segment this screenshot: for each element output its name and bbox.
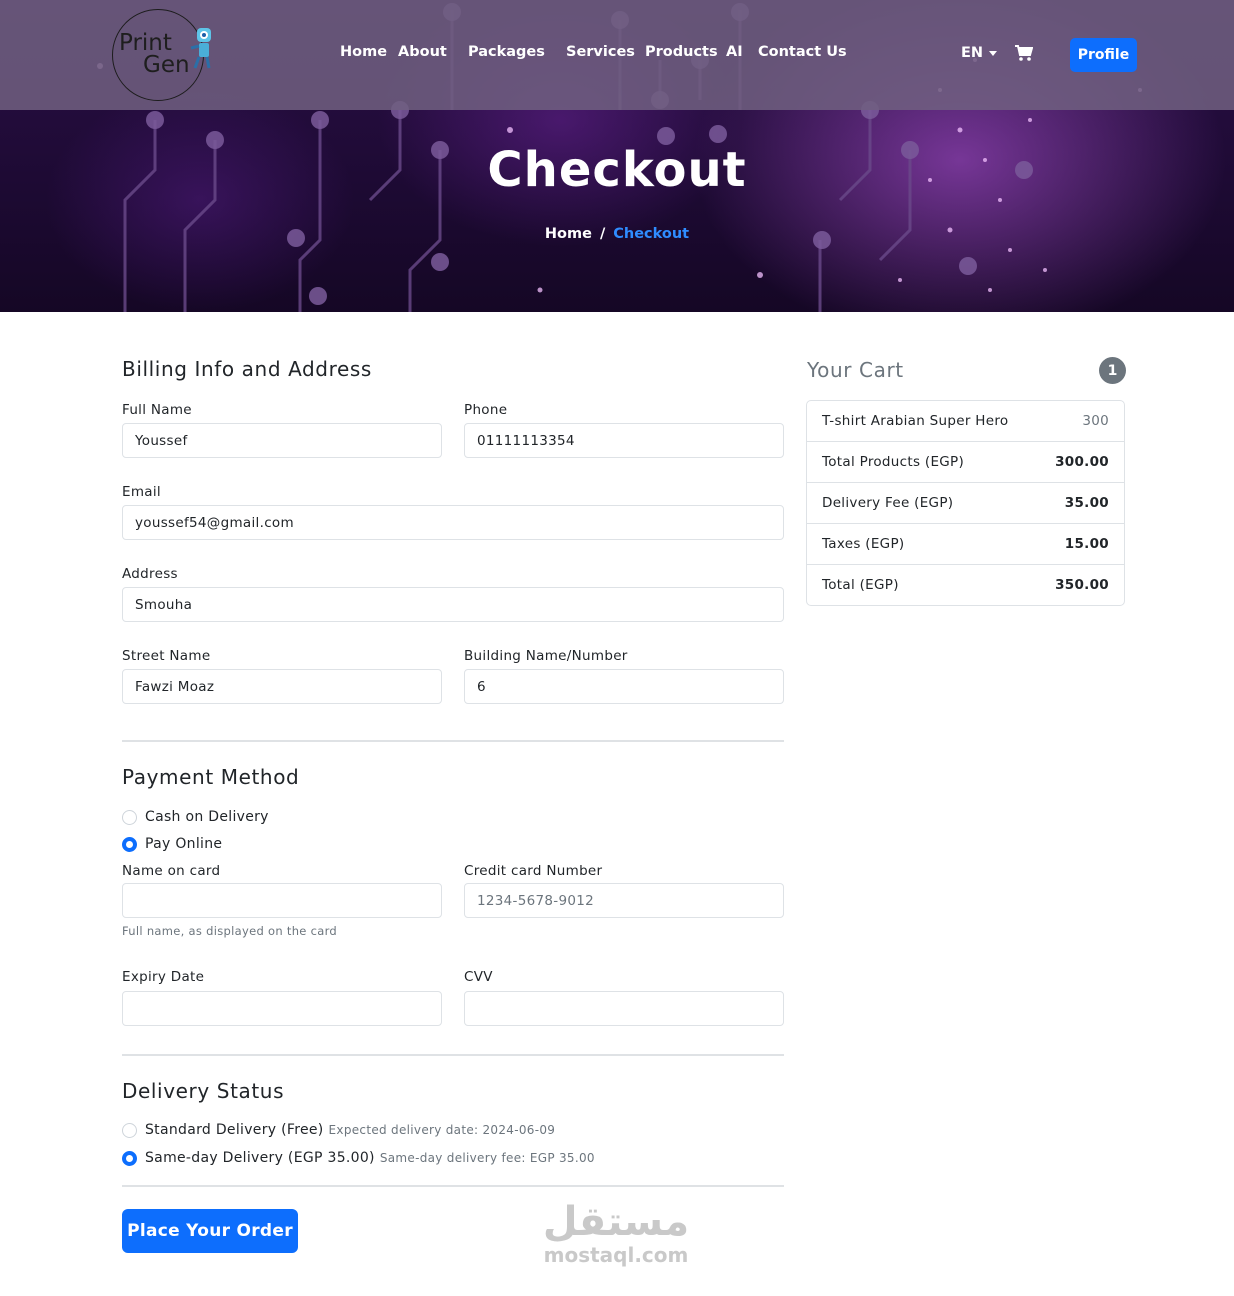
payment-option-cash[interactable]: Cash on Delivery: [122, 809, 269, 825]
breadcrumb-separator: /: [599, 226, 606, 242]
print-gen-logo[interactable]: Print Gen: [112, 9, 211, 101]
mostaql-watermark: مستقل mostaql.com: [540, 1200, 692, 1266]
standard-delivery-radio[interactable]: [122, 1122, 137, 1138]
cart-item-price: 300: [1082, 413, 1109, 429]
cart-total-products-row: Total Products (EGP) 300.00: [807, 441, 1124, 482]
expiry-date-label: Expiry Date: [122, 969, 205, 985]
full-name-input[interactable]: [122, 423, 442, 458]
cart-delivery-fee-row: Delivery Fee (EGP) 35.00: [807, 482, 1124, 523]
section-divider: [122, 740, 784, 742]
standard-delivery-label: Standard Delivery (Free): [145, 1122, 324, 1138]
nav-products[interactable]: Products: [645, 44, 718, 60]
cart-row-value: 35.00: [1064, 495, 1109, 511]
profile-button[interactable]: Profile: [1070, 38, 1137, 72]
page-title: Checkout: [487, 142, 747, 198]
cart-count-badge: 1: [1099, 357, 1126, 384]
cart-title: Your Cart: [807, 358, 904, 382]
cart-item-row: T-shirt Arabian Super Hero 300: [807, 401, 1124, 441]
watermark-latin: mostaql.com: [543, 1243, 689, 1267]
place-order-button[interactable]: Place Your Order: [122, 1209, 298, 1253]
nav-contact-us[interactable]: Contact Us: [758, 44, 847, 60]
email-input[interactable]: [122, 505, 784, 540]
delivery-section-title: Delivery Status: [122, 1079, 285, 1103]
shopping-cart-icon[interactable]: [1015, 45, 1033, 62]
email-label: Email: [122, 484, 161, 500]
address-input[interactable]: [122, 587, 784, 622]
nav-about[interactable]: About: [398, 44, 447, 60]
same-day-delivery-radio[interactable]: [122, 1150, 137, 1166]
name-on-card-label: Name on card: [122, 863, 221, 879]
phone-label: Phone: [464, 402, 508, 418]
cart-item-name: T-shirt Arabian Super Hero: [822, 413, 1009, 429]
name-on-card-hint: Full name, as displayed on the card: [122, 924, 338, 938]
navbar: Print Gen Home About Packages Services P…: [0, 0, 1234, 110]
cart-row-value: 15.00: [1064, 536, 1109, 552]
card-number-label: Credit card Number: [464, 863, 603, 879]
delivery-option-standard[interactable]: Standard Delivery (Free) Expected delive…: [122, 1122, 555, 1138]
cash-radio[interactable]: [122, 809, 137, 825]
card-number-input[interactable]: [464, 883, 784, 918]
address-label: Address: [122, 566, 178, 582]
phone-input[interactable]: [464, 423, 784, 458]
robot-mascot-icon: [190, 28, 211, 69]
online-radio-label: Pay Online: [145, 836, 223, 852]
nav-packages[interactable]: Packages: [468, 44, 545, 60]
cart-row-label: Delivery Fee (EGP): [822, 495, 954, 511]
building-label: Building Name/Number: [464, 648, 628, 664]
cvv-label: CVV: [464, 969, 493, 985]
hero-banner: Print Gen Home About Packages Services P…: [0, 0, 1234, 312]
language-label: EN: [961, 45, 984, 61]
same-day-delivery-note: Same-day delivery fee: EGP 35.00: [379, 1151, 595, 1165]
cart-total-row: Total (EGP) 350.00: [807, 564, 1124, 605]
nav-services[interactable]: Services: [566, 44, 635, 60]
cart-taxes-row: Taxes (EGP) 15.00: [807, 523, 1124, 564]
payment-section-title: Payment Method: [122, 765, 300, 789]
cart-summary-list: T-shirt Arabian Super Hero 300 Total Pro…: [806, 400, 1125, 606]
nav-home[interactable]: Home: [340, 44, 387, 60]
cart-row-value: 300.00: [1055, 454, 1109, 470]
expiry-date-input[interactable]: [122, 991, 442, 1026]
breadcrumb-home-link[interactable]: Home: [545, 226, 592, 242]
name-on-card-input[interactable]: [122, 883, 442, 918]
section-divider: [122, 1185, 784, 1187]
billing-section-title: Billing Info and Address: [122, 357, 372, 381]
payment-option-online[interactable]: Pay Online: [122, 836, 222, 852]
cart-row-label: Taxes (EGP): [822, 536, 905, 552]
cart-row-label: Total (EGP): [822, 577, 899, 593]
section-divider: [122, 1054, 784, 1056]
breadcrumb: Home / Checkout: [0, 226, 1234, 242]
street-name-input[interactable]: [122, 669, 442, 704]
breadcrumb-current: Checkout: [613, 226, 690, 242]
language-dropdown[interactable]: EN: [961, 45, 998, 61]
cvv-input[interactable]: [464, 991, 784, 1026]
nav-ai[interactable]: AI: [726, 44, 743, 60]
cart-row-value: 350.00: [1055, 577, 1109, 593]
building-input[interactable]: [464, 669, 784, 704]
online-radio[interactable]: [122, 836, 137, 852]
standard-delivery-note: Expected delivery date: 2024-06-09: [328, 1123, 556, 1137]
caret-down-icon: [989, 50, 998, 56]
full-name-label: Full Name: [122, 402, 192, 418]
cart-row-label: Total Products (EGP): [822, 454, 965, 470]
cash-radio-label: Cash on Delivery: [145, 809, 269, 825]
watermark-arabic: مستقل: [542, 1199, 690, 1245]
same-day-delivery-label: Same-day Delivery (EGP 35.00): [145, 1150, 375, 1166]
delivery-option-same-day[interactable]: Same-day Delivery (EGP 35.00) Same-day d…: [122, 1150, 595, 1166]
street-name-label: Street Name: [122, 648, 211, 664]
